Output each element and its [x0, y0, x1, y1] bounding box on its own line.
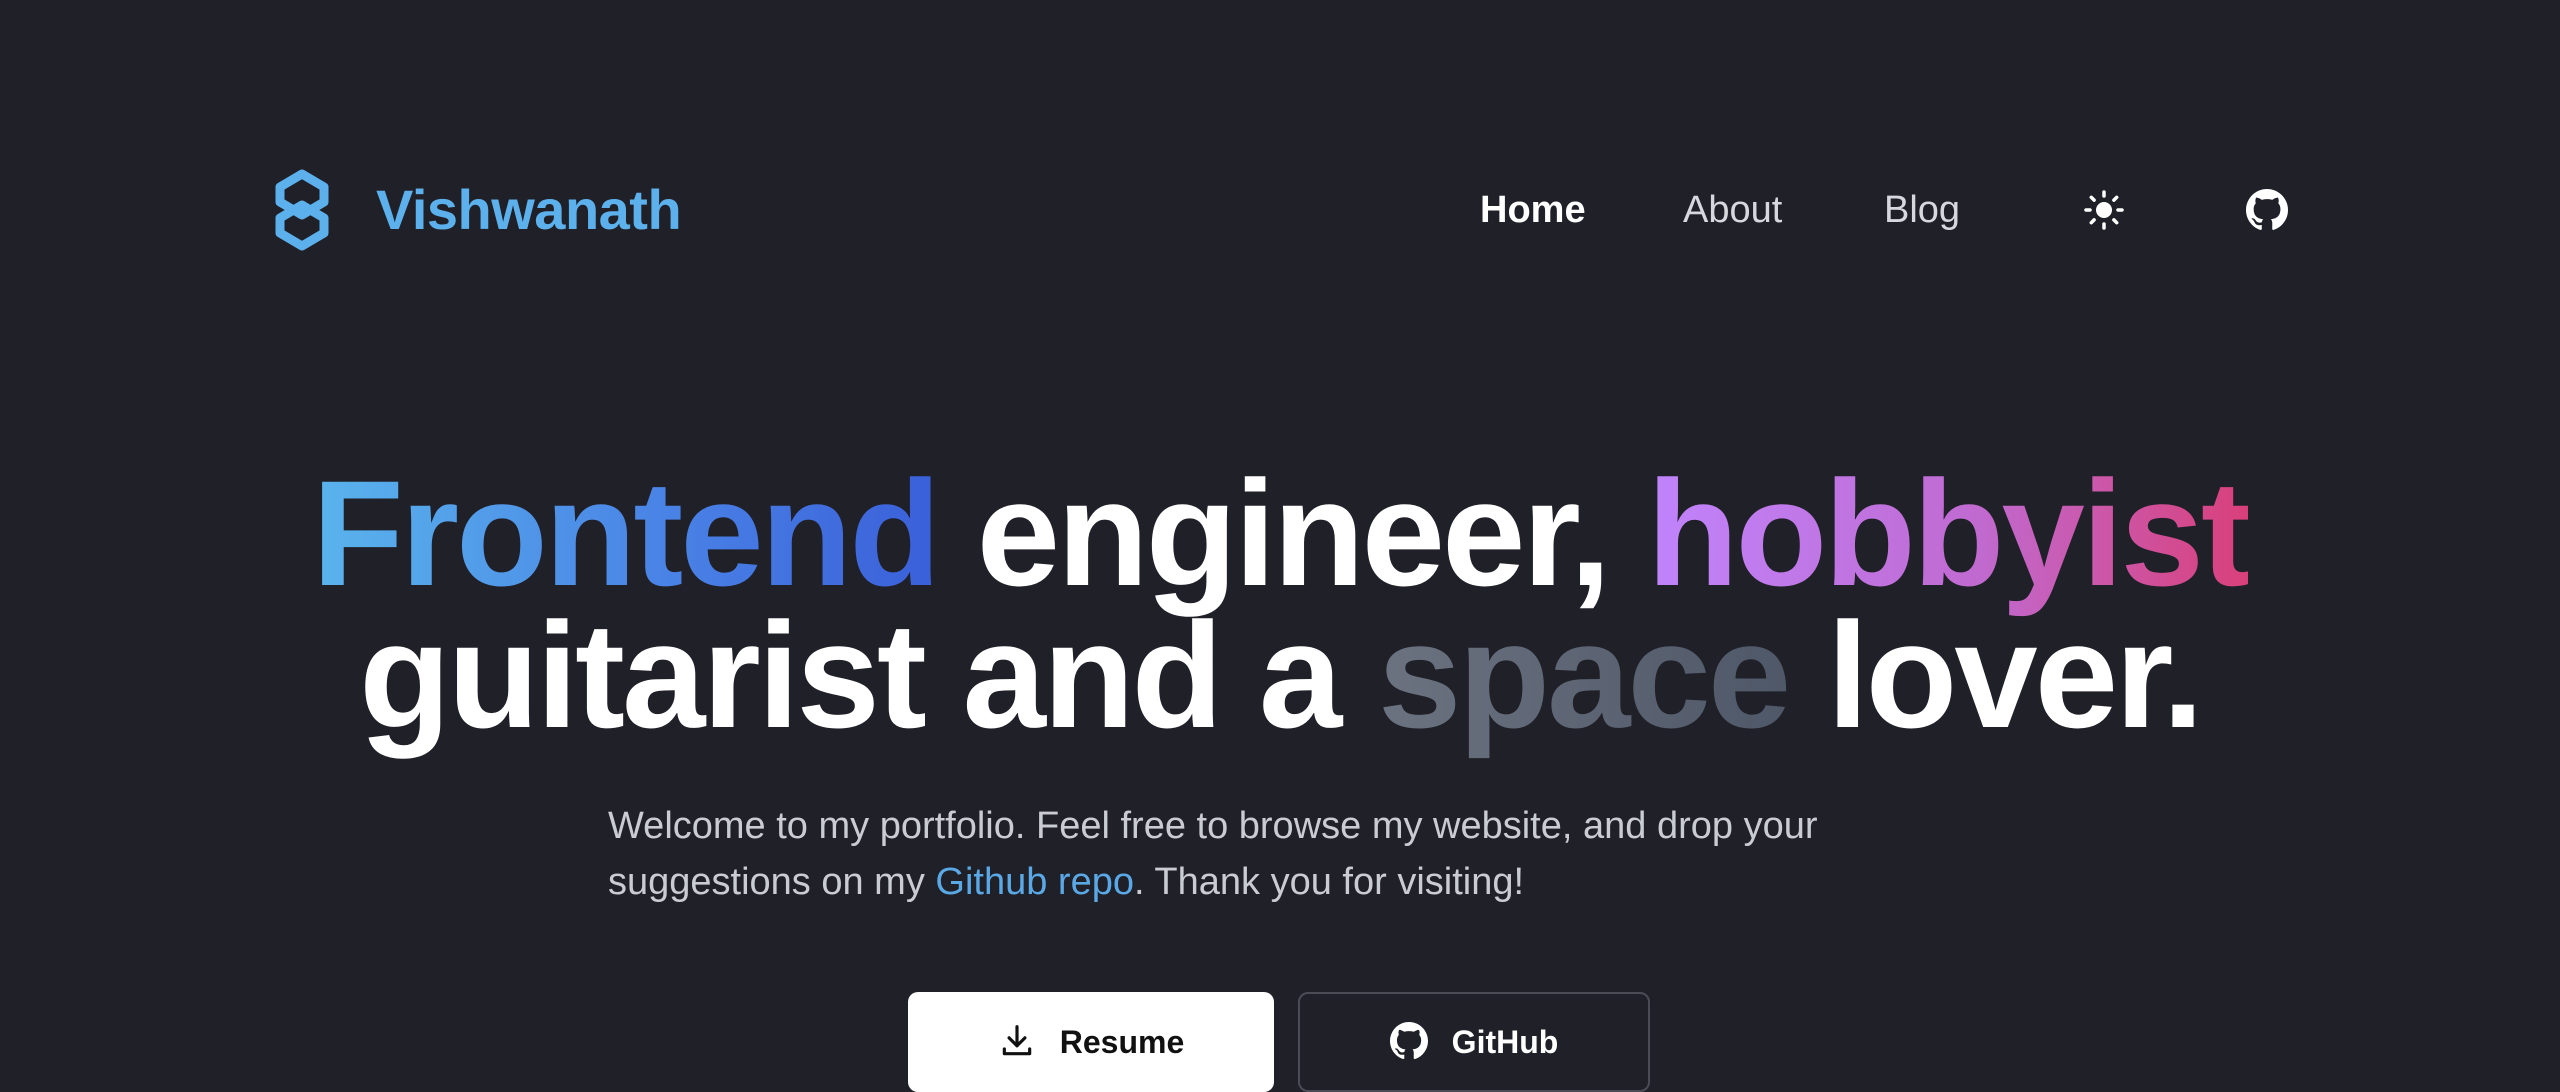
intro-text-end: . Thank you for visiting! — [1133, 861, 1525, 903]
nav-link-about[interactable]: About — [1683, 180, 1782, 240]
hero-word-space: space — [1377, 591, 1791, 759]
github-button-label: GitHub — [1451, 1024, 1559, 1060]
download-icon — [1002, 1025, 1031, 1056]
hexagon-link-logo-icon — [275, 169, 329, 251]
hero-heading: Frontend engineer, hobbyist guitarist and… — [0, 458, 2560, 750]
brand-home-link[interactable]: Vishwanath — [270, 160, 682, 260]
github-button[interactable]: GitHub — [1298, 992, 1650, 1092]
nav-link-home[interactable]: Home — [1480, 180, 1586, 240]
intro-paragraph: Welcome to my portfolio. Feel free to br… — [608, 798, 1948, 910]
nav-link-blog[interactable]: Blog — [1884, 180, 1960, 240]
github-repo-link[interactable]: Github repo — [935, 861, 1134, 903]
github-link-button[interactable] — [2237, 180, 2297, 240]
theme-toggle-button[interactable] — [2074, 180, 2134, 240]
github-icon — [2246, 189, 2288, 230]
site-header: Vishwanath Home About Blog — [270, 160, 2300, 260]
github-icon — [1389, 1022, 1428, 1060]
resume-button[interactable]: Resume — [908, 992, 1274, 1092]
resume-button-label: Resume — [1059, 1024, 1185, 1060]
hero-text-guitarist: guitarist and a — [359, 591, 1378, 759]
brand-name: Vishwanath — [376, 178, 682, 241]
sun-icon — [2084, 190, 2124, 230]
hero-text-lover: lover. — [1788, 591, 2204, 759]
